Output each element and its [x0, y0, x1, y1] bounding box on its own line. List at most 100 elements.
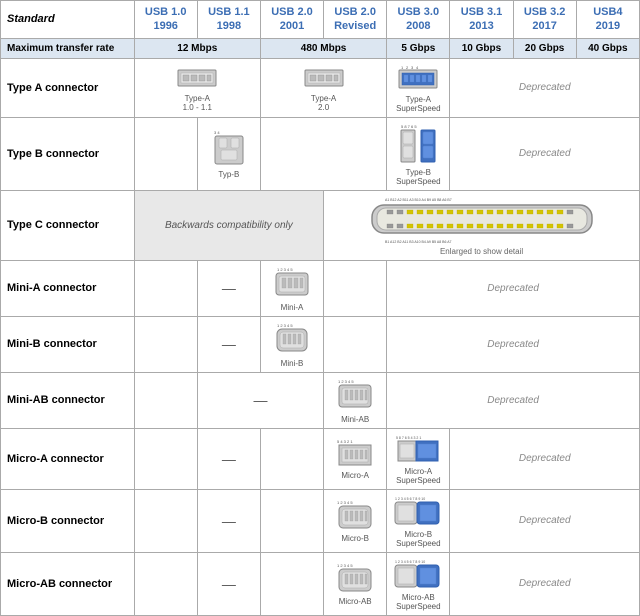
usb20-header: USB 2.0 2001: [260, 1, 323, 39]
microAB-label: Micro-AB connector: [1, 552, 135, 615]
typeB-usb11-cell: 3 4 Typ-B: [197, 117, 260, 190]
typeB-label-img: Typ-B: [218, 170, 239, 179]
typeA-ss-label: Type-ASuperSpeed: [396, 95, 440, 113]
microB-svg: 1 2 3 4 5: [335, 498, 375, 532]
usb20r-name: USB 2.0Revised: [334, 6, 376, 32]
typeB-usb20-cell: [260, 117, 386, 190]
microB-usb20: [260, 489, 323, 552]
svg-text:1 2 3 4 5 6 7 8 9 10: 1 2 3 4 5 6 7 8 9 10: [395, 560, 425, 564]
miniA-label: Mini-A connector: [1, 260, 135, 316]
svg-text:1 2 3 4 5: 1 2 3 4 5: [277, 323, 293, 328]
usb31-name: USB 3.1: [461, 6, 503, 18]
usb30-header: USB 3.0 2008: [387, 1, 450, 39]
usb20r-header: USB 2.0Revised: [324, 1, 387, 39]
svg-text:4: 4: [416, 65, 419, 70]
typeA-usb10-11-cell: Type-A1.0 - 1.1: [134, 58, 260, 117]
usb30-name: USB 3.0: [398, 6, 440, 18]
transfer-rate-label: Maximum transfer rate: [1, 38, 135, 58]
typeB-ss-connector: 5 8 7 6 5 Type-BSuperSpeed: [389, 122, 447, 186]
miniA-connector: 1 2 3 4 5 Mini-A: [263, 265, 321, 312]
microB-usb20r: 1 2 3 4 5 Micro-B: [324, 489, 387, 552]
svg-text:1 2 3 4 5: 1 2 3 4 5: [338, 379, 354, 384]
microB-row: Micro-B connector — 1 2 3 4 5: [1, 489, 640, 552]
microAB-svg: 1 2 3 4 5: [335, 561, 375, 595]
microB-usb11: —: [197, 489, 260, 552]
microA-label: Micro-A connector: [1, 428, 135, 489]
microAB-usb30: 1 2 3 4 5 6 7 8 9 10 Micro-AB SuperSpeed: [387, 552, 450, 615]
microAB-connector: 1 2 3 4 5 Micro-AB: [326, 561, 384, 606]
transfer-10gbps: 10 Gbps: [450, 38, 513, 58]
microA-ss-svg: 5 8 7 6 5 4 3 2 1: [394, 433, 442, 465]
svg-text:5 8 7 6 5 4 3 2 1: 5 8 7 6 5 4 3 2 1: [396, 436, 421, 440]
miniAB-row: Mini-AB connector — 1 2 3 4 5 Mini-A: [1, 372, 640, 428]
miniB-img-label: Mini-B: [281, 359, 304, 368]
typeA-10-11-connector: Type-A1.0 - 1.1: [137, 64, 258, 112]
microA-ss-label: Micro-A SuperSpeed: [389, 467, 447, 485]
typeC-backwards-cell: Backwards compatibility only: [134, 190, 323, 260]
microAB-usb20: [260, 552, 323, 615]
typeA-ss-connector: 1 2 3 4 Type-ASuperSpeed: [389, 63, 447, 113]
table-header: Standard USB 1.0 1996 USB 1.1 1998 USB 2…: [1, 1, 640, 39]
usb4-name: USB4: [593, 6, 622, 18]
typeB-ss-svg: 5 8 7 6 5: [399, 122, 437, 166]
usb10-name: USB 1.0: [145, 6, 187, 18]
miniAB-img-label: Mini-AB: [341, 415, 369, 424]
typeA-usb20-cell: Type-A2.0: [260, 58, 386, 117]
miniB-svg: 1 2 3 4 5: [273, 321, 311, 357]
usb20-year: 2001: [280, 20, 304, 32]
microA-row: Micro-A connector — 5 4 3 2 1: [1, 428, 640, 489]
microAB-ss-label: Micro-AB SuperSpeed: [389, 593, 447, 611]
microAB-usb10: [134, 552, 197, 615]
microB-label: Micro-B connector: [1, 489, 135, 552]
microA-usb20: [260, 428, 323, 489]
microB-usb30: 1 2 3 4 5 6 7 8 9 10 Micro-B SuperSpeed: [387, 489, 450, 552]
microA-usb20r: 5 4 3 2 1 Micro-A: [324, 428, 387, 489]
miniA-usb20r: [324, 260, 387, 316]
usb20-name: USB 2.0: [271, 6, 313, 18]
microA-svg: 5 4 3 2 1: [335, 437, 375, 469]
svg-text:1: 1: [401, 65, 404, 70]
miniA-row: Mini-A connector — 1 2 3 4 5 Mini-A: [1, 260, 640, 316]
usb4-header: USB4 2019: [576, 1, 639, 39]
miniB-usb10: [134, 316, 197, 372]
miniAB-usb20r: 1 2 3 4 5 Mini-AB: [324, 372, 387, 428]
usb4-year: 2019: [596, 20, 620, 32]
microA-usb30: 5 8 7 6 5 4 3 2 1 Micro-A SuperSpeed: [387, 428, 450, 489]
transfer-12mbps: 12 Mbps: [134, 38, 260, 58]
microAB-usb11: —: [197, 552, 260, 615]
standard-header: Standard: [1, 1, 135, 39]
typeC-svg: A1 B12 A2 B11 A3 B10 A4 B9 A5 B8 A6 B7: [367, 195, 597, 245]
miniA-usb10: [134, 260, 197, 316]
typeC-connector: A1 B12 A2 B11 A3 B10 A4 B9 A5 B8 A6 B7: [326, 195, 637, 256]
typeB-usb10-cell: [134, 117, 197, 190]
miniB-usb20r: [324, 316, 387, 372]
transfer-rate-row: Maximum transfer rate 12 Mbps 480 Mbps 5…: [1, 38, 640, 58]
microB-connector: 1 2 3 4 5 Micro-B: [326, 498, 384, 543]
miniB-usb20: 1 2 3 4 5 Mini-B: [260, 316, 323, 372]
typeB-row: Type B connector 3 4 Typ-B: [1, 117, 640, 190]
microB-deprecated: Deprecated: [450, 489, 640, 552]
miniA-deprecated: Deprecated: [387, 260, 640, 316]
svg-text:1 2 3 4 5: 1 2 3 4 5: [277, 267, 293, 272]
miniA-svg: 1 2 3 4 5: [273, 265, 311, 301]
typeA-label: Type A connector: [1, 58, 135, 117]
typeC-label: Type C connector: [1, 190, 135, 260]
miniAB-usb11-20: —: [197, 372, 323, 428]
typeA-row: Type A connector Type-A1.0 - 1.1: [1, 58, 640, 117]
typeA-20-svg: [303, 64, 345, 92]
usb31-year: 2013: [469, 20, 493, 32]
usb31-header: USB 3.1 2013: [450, 1, 513, 39]
usb11-name: USB 1.1: [208, 6, 250, 18]
miniA-usb20: 1 2 3 4 5 Mini-A: [260, 260, 323, 316]
microA-connector: 5 4 3 2 1 Micro-A: [326, 437, 384, 480]
microAB-ss-connector: 1 2 3 4 5 6 7 8 9 10 Micro-AB SuperSpeed: [389, 557, 447, 611]
typeB-label: Type B connector: [1, 117, 135, 190]
microB-usb10: [134, 489, 197, 552]
typeA-ss-svg: 1 2 3 4: [397, 63, 439, 93]
microA-deprecated: Deprecated: [450, 428, 640, 489]
microA-img-label: Micro-A: [341, 471, 369, 480]
usb11-header: USB 1.1 1998: [197, 1, 260, 39]
typeB-connector: 3 4 Typ-B: [200, 128, 258, 179]
svg-text:1 2 3 4 5: 1 2 3 4 5: [337, 500, 353, 505]
miniB-connector: 1 2 3 4 5 Mini-B: [263, 321, 321, 368]
